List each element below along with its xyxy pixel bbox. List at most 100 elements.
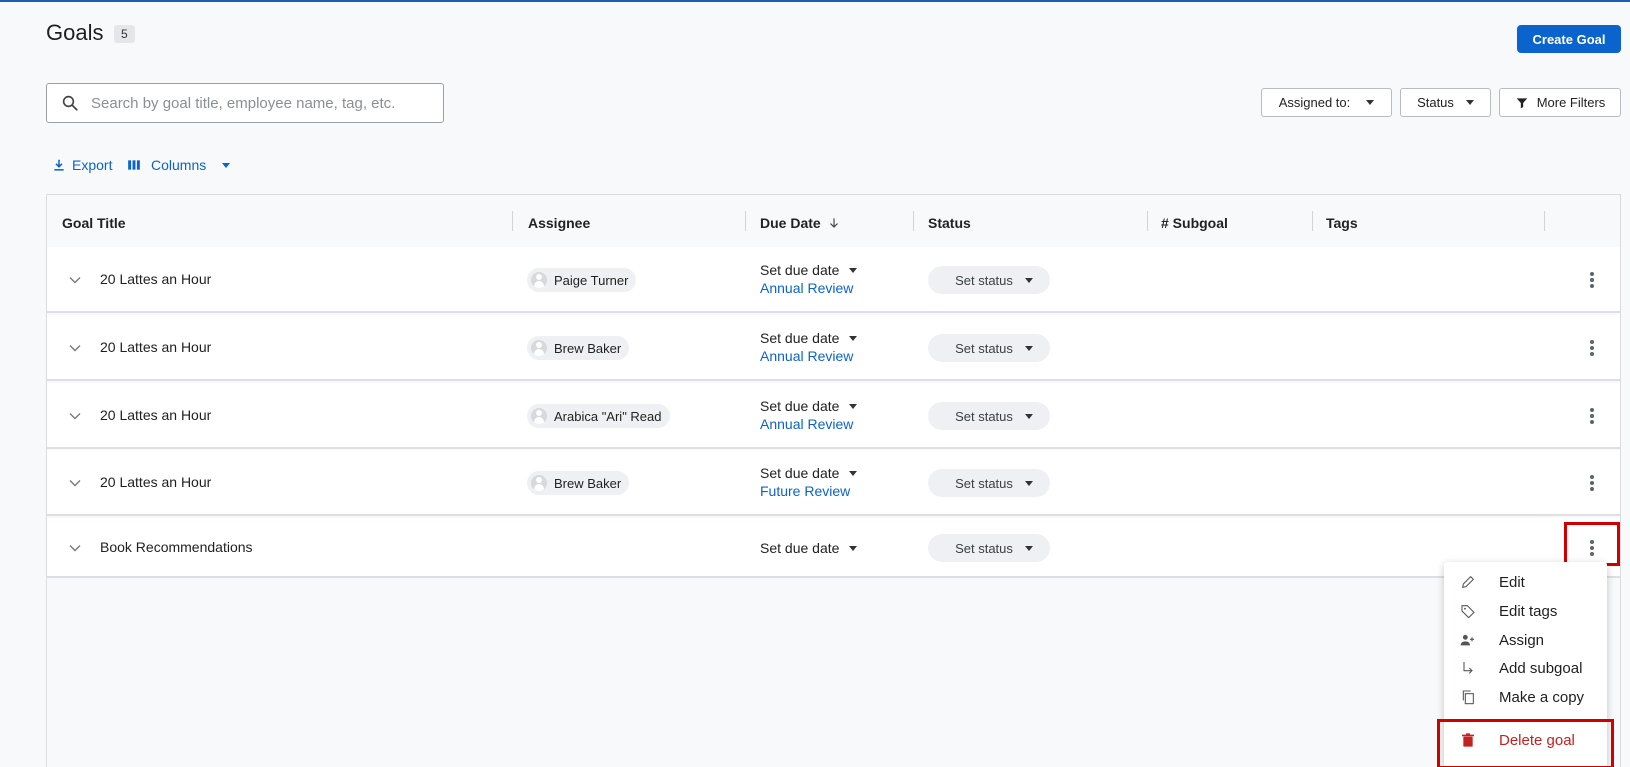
col-due-date[interactable]: Due Date xyxy=(760,215,841,231)
caret-down-icon xyxy=(849,470,858,476)
more-options-icon[interactable] xyxy=(1589,271,1595,289)
goal-title[interactable]: 20 Lattes an Hour xyxy=(100,407,211,423)
tag-icon xyxy=(1461,605,1475,619)
due-date-dropdown[interactable]: Set due date xyxy=(760,398,858,414)
status-dropdown[interactable]: Set status xyxy=(928,402,1050,430)
assigned-to-label: Assigned to: xyxy=(1278,95,1351,110)
menu-item-label: Edit tags xyxy=(1499,602,1558,620)
status-filter[interactable]: Status xyxy=(1400,88,1491,117)
status-dropdown[interactable]: Set status xyxy=(928,266,1050,294)
col-status[interactable]: Status xyxy=(928,215,971,231)
menu-item-assign[interactable]: Assign xyxy=(1444,626,1607,654)
assignee-name: Brew Baker xyxy=(554,475,622,491)
table-row[interactable]: Book Recommendations Set due date Set st… xyxy=(47,518,1620,578)
review-link[interactable]: Future Review xyxy=(760,483,850,499)
col-subgoal[interactable]: # Subgoal xyxy=(1161,215,1228,231)
caret-down-icon xyxy=(1024,480,1033,486)
menu-item-label: Assign xyxy=(1499,631,1545,649)
create-goal-button[interactable]: Create Goal xyxy=(1517,25,1621,53)
columns-label: Columns xyxy=(151,157,207,173)
chevron-down-icon[interactable] xyxy=(69,542,81,554)
status-label: Set status xyxy=(955,540,1013,556)
caret-down-icon xyxy=(1024,277,1033,283)
table-row[interactable]: 20 Lattes an Hour Brew Baker Set due dat… xyxy=(47,315,1620,381)
search-icon xyxy=(62,95,78,111)
page-title: Goals xyxy=(46,20,104,45)
search-box[interactable] xyxy=(46,83,444,123)
pencil-icon xyxy=(1461,575,1475,589)
menu-item-add-subgoal[interactable]: Add subgoal xyxy=(1444,654,1607,682)
goals-count-badge: 5 xyxy=(114,25,135,43)
chevron-down-icon[interactable] xyxy=(69,274,81,286)
more-options-icon[interactable] xyxy=(1589,407,1595,425)
status-dropdown[interactable]: Set status xyxy=(928,334,1050,362)
column-divider[interactable] xyxy=(745,211,746,231)
menu-item-label: Add subgoal xyxy=(1499,659,1583,677)
highlight-delete-box xyxy=(1437,719,1614,767)
export-button[interactable]: Export xyxy=(52,157,112,173)
table-row[interactable]: 20 Lattes an Hour Paige Turner Set due d… xyxy=(47,247,1620,313)
menu-item-label: Edit xyxy=(1499,573,1525,591)
chevron-down-icon[interactable] xyxy=(69,477,81,489)
avatar xyxy=(531,340,547,356)
person-add-icon xyxy=(1460,634,1474,646)
table-header: Goal Title Assignee Due Date Status # Su… xyxy=(47,195,1620,247)
assignee-chip[interactable]: Brew Baker xyxy=(527,471,630,495)
more-options-icon[interactable] xyxy=(1589,339,1595,357)
columns-icon xyxy=(128,160,140,170)
due-date-dropdown[interactable]: Set due date xyxy=(760,330,858,346)
more-filters-button[interactable]: More Filters xyxy=(1499,88,1621,117)
goal-title[interactable]: 20 Lattes an Hour xyxy=(100,474,211,490)
table-row[interactable]: 20 Lattes an Hour Brew Baker Set due dat… xyxy=(47,450,1620,516)
arrow-down-icon xyxy=(829,218,838,228)
due-date-dropdown[interactable]: Set due date xyxy=(760,262,858,278)
menu-item-make-copy[interactable]: Make a copy xyxy=(1444,683,1607,711)
assignee-chip[interactable]: Brew Baker xyxy=(527,336,630,360)
due-date-label: Set due date xyxy=(760,330,840,346)
chevron-down-icon[interactable] xyxy=(69,410,81,422)
search-input[interactable] xyxy=(91,94,431,112)
status-filter-label: Status xyxy=(1417,95,1454,110)
funnel-icon xyxy=(1516,97,1527,108)
review-link[interactable]: Annual Review xyxy=(760,348,853,364)
due-date-label: Set due date xyxy=(760,465,840,481)
assignee-name: Paige Turner xyxy=(554,272,629,288)
status-label: Set status xyxy=(955,408,1013,424)
assigned-to-filter[interactable]: Assigned to: xyxy=(1261,88,1392,117)
subdirectory-arrow-icon xyxy=(1463,662,1473,674)
assignee-name: Brew Baker xyxy=(554,340,622,356)
review-link[interactable]: Annual Review xyxy=(760,280,853,296)
goal-title[interactable]: 20 Lattes an Hour xyxy=(100,339,211,355)
caret-down-icon xyxy=(1465,100,1474,105)
column-divider[interactable] xyxy=(1147,211,1148,231)
col-tags[interactable]: Tags xyxy=(1326,215,1358,231)
column-divider[interactable] xyxy=(1312,211,1313,231)
goal-title[interactable]: 20 Lattes an Hour xyxy=(100,271,211,287)
more-filters-label: More Filters xyxy=(1536,95,1606,110)
due-date-dropdown[interactable]: Set due date xyxy=(760,465,858,481)
more-options-icon[interactable] xyxy=(1589,474,1595,492)
due-date-dropdown[interactable]: Set due date xyxy=(760,540,858,556)
goal-title[interactable]: Book Recommendations xyxy=(100,539,253,555)
download-icon xyxy=(54,159,64,171)
column-divider[interactable] xyxy=(512,211,513,231)
col-goal-title[interactable]: Goal Title xyxy=(62,215,126,231)
assignee-chip[interactable]: Paige Turner xyxy=(527,268,637,292)
menu-item-edit-tags[interactable]: Edit tags xyxy=(1444,597,1607,625)
status-dropdown[interactable]: Set status xyxy=(928,534,1050,562)
status-dropdown[interactable]: Set status xyxy=(928,469,1050,497)
columns-button[interactable]: Columns xyxy=(127,157,231,173)
assignee-chip[interactable]: Arabica "Ari" Read xyxy=(527,404,670,428)
table-row[interactable]: 20 Lattes an Hour Arabica "Ari" Read Set… xyxy=(47,383,1620,449)
col-assignee[interactable]: Assignee xyxy=(528,215,590,231)
caret-down-icon xyxy=(849,267,858,273)
menu-item-edit[interactable]: Edit xyxy=(1444,568,1607,596)
column-divider[interactable] xyxy=(913,211,914,231)
caret-down-icon xyxy=(1024,413,1033,419)
chevron-down-icon[interactable] xyxy=(69,342,81,354)
review-link[interactable]: Annual Review xyxy=(760,416,853,432)
status-label: Set status xyxy=(955,475,1013,491)
copy-icon xyxy=(1462,690,1474,705)
column-divider[interactable] xyxy=(1544,211,1545,231)
avatar xyxy=(531,475,547,491)
